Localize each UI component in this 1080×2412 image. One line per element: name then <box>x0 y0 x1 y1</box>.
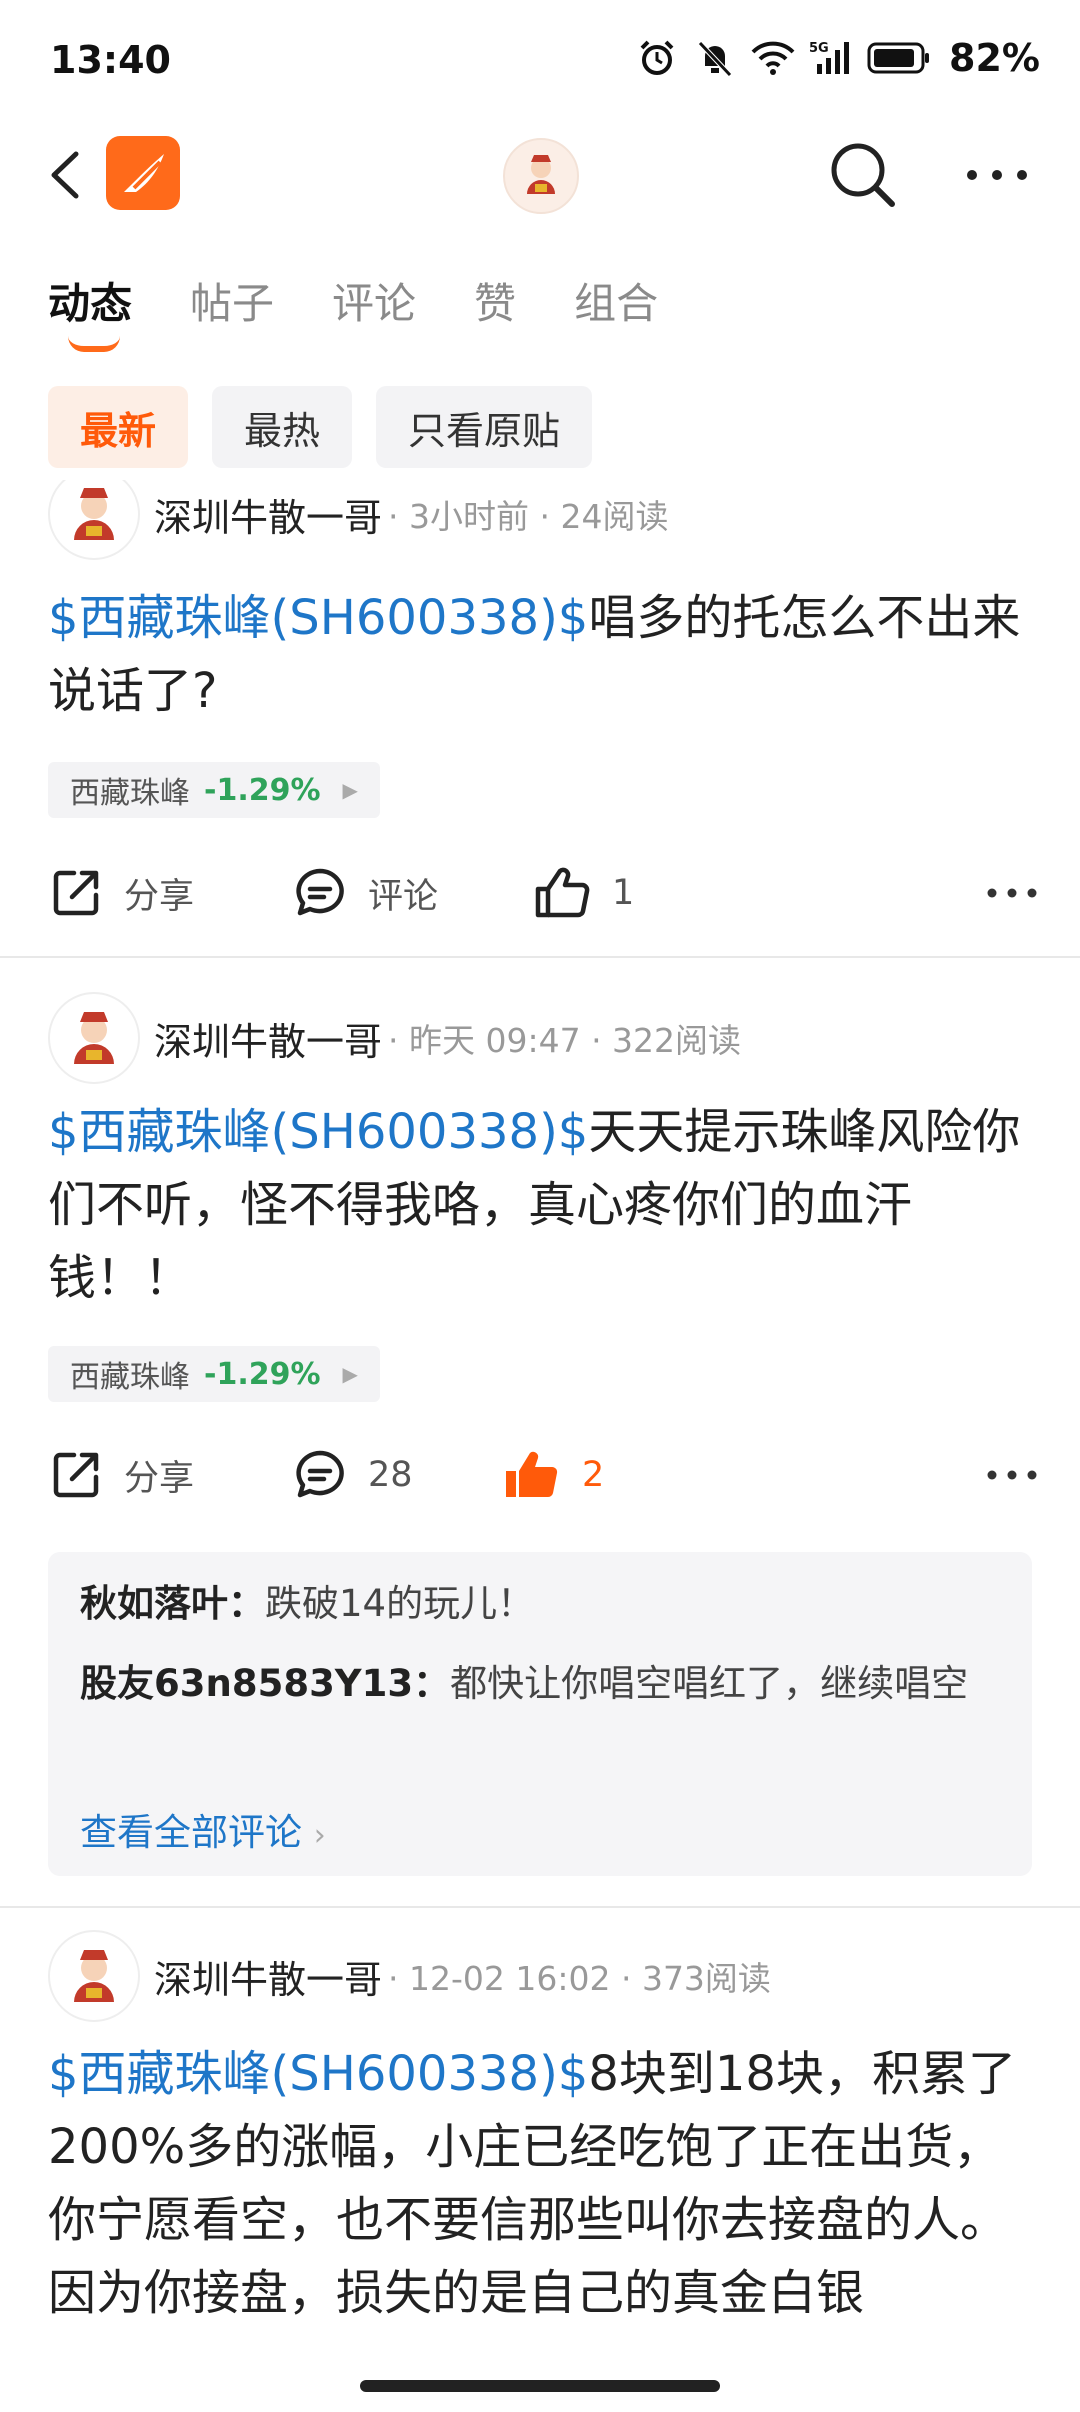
more-horizontal-icon[interactable] <box>986 878 1038 908</box>
comment-button[interactable]: 28 <box>292 1440 413 1510</box>
post-content[interactable]: $西藏珠峰(SH600338)$8块到18块，积累了200%多的涨幅，小庄已经吃… <box>48 2038 1038 2330</box>
comment-item[interactable]: 股友63n8583Y13：都快让你唱空唱红了，继续唱空 <box>80 1654 1000 1714</box>
post-header: 深圳牛散一哥 · 昨天 09:47 · 322阅读 <box>48 992 741 1084</box>
post-header: 深圳牛散一哥 · 12-02 16:02 · 373阅读 <box>48 1930 771 2022</box>
stock-change: -1.29% <box>204 1356 321 1392</box>
post-feed: 深圳牛散一哥 · 3小时前 · 24阅读 $西藏珠峰(SH600338)$唱多的… <box>0 480 1080 2360</box>
back-button[interactable] <box>40 142 100 208</box>
comment-text: 跌破14的玩儿！ <box>265 1582 535 1625</box>
stock-tag-link[interactable]: $西藏珠峰(SH600338)$ <box>48 590 588 646</box>
post-header: 深圳牛散一哥 · 3小时前 · 24阅读 <box>48 480 668 560</box>
comment-icon <box>296 868 344 916</box>
stock-name: 西藏珠峰 <box>70 776 190 811</box>
more-horizontal-icon <box>967 170 1027 180</box>
comment-icon <box>296 1450 344 1498</box>
share-icon <box>53 870 99 916</box>
mute-bell-icon <box>693 36 737 80</box>
comment-preview: 秋如落叶：跌破14的玩儿！ 股友63n8583Y13：都快让你唱空唱红了，继续唱… <box>48 1552 1032 1876</box>
comment-label: 评论 <box>368 876 439 917</box>
status-icons: 5G 82% <box>635 36 1040 80</box>
author-name[interactable]: 深圳牛散一哥 <box>154 1949 382 2004</box>
author-avatar[interactable] <box>48 1930 140 2022</box>
stock-tag-link[interactable]: $西藏珠峰(SH600338)$ <box>48 1104 588 1160</box>
share-label: 分享 <box>124 1458 195 1499</box>
stock-chip[interactable]: 西藏珠峰 -1.29% ▶ <box>48 1346 380 1402</box>
post-actions: 分享 评论 1 <box>48 858 1038 928</box>
like-count: 2 <box>582 1455 605 1495</box>
author-name[interactable]: 深圳牛散一哥 <box>154 487 382 542</box>
cellular-5g-icon: 5G <box>809 36 853 80</box>
user-avatar[interactable] <box>503 138 579 214</box>
divider <box>0 956 1080 958</box>
post-content[interactable]: $西藏珠峰(SH600338)$唱多的托怎么不出来说话了? <box>48 582 1038 728</box>
stock-change: -1.29% <box>204 772 321 808</box>
battery-icon <box>867 36 931 80</box>
see-all-label: 查看全部评论 <box>80 1811 302 1854</box>
play-arrow-icon: ▶ <box>342 778 358 802</box>
more-button[interactable] <box>962 148 1032 202</box>
thumbs-up-filled-icon <box>506 1451 558 1498</box>
chevron-left-icon <box>51 151 79 199</box>
post-meta: · 昨天 09:47 · 322阅读 <box>388 1021 742 1060</box>
tab-portfolio[interactable]: 组合 <box>574 270 658 331</box>
more-horizontal-icon[interactable] <box>986 1460 1038 1490</box>
post-meta: · 3小时前 · 24阅读 <box>388 497 669 536</box>
share-button[interactable]: 分享 <box>48 1440 194 1510</box>
author-avatar[interactable] <box>48 480 140 560</box>
comment-user[interactable]: 股友63n8583Y13： <box>80 1662 450 1705</box>
tab-bar: 动态 帖子 评论 赞 组合 <box>48 270 658 352</box>
post-meta: · 12-02 16:02 · 373阅读 <box>388 1959 771 1998</box>
filter-latest[interactable]: 最新 <box>48 386 189 468</box>
wifi-icon <box>751 36 795 80</box>
filter-hot[interactable]: 最热 <box>212 386 353 468</box>
divider <box>0 1906 1080 1908</box>
home-indicator[interactable] <box>360 2380 720 2392</box>
status-time: 13:40 <box>50 38 171 82</box>
like-count: 1 <box>612 873 635 913</box>
share-icon <box>53 1452 99 1498</box>
like-button[interactable]: 2 <box>502 1440 604 1510</box>
share-button[interactable]: 分享 <box>48 858 194 928</box>
filter-original-only[interactable]: 只看原贴 <box>376 386 593 468</box>
svg-text:5G: 5G <box>809 41 829 56</box>
stock-chip[interactable]: 西藏珠峰 -1.29% ▶ <box>48 762 380 818</box>
filter-chips: 最新 最热 只看原贴 <box>48 386 593 468</box>
comment-user[interactable]: 秋如落叶： <box>80 1582 265 1625</box>
app-logo[interactable] <box>106 136 180 210</box>
author-name[interactable]: 深圳牛散一哥 <box>154 1011 382 1066</box>
search-button[interactable] <box>826 138 900 212</box>
tab-posts[interactable]: 帖子 <box>190 270 274 331</box>
stock-tag-link[interactable]: $西藏珠峰(SH600338)$ <box>48 2046 588 2102</box>
battery-percent: 82% <box>949 36 1040 80</box>
see-all-comments-link[interactable]: 查看全部评论 › <box>80 1802 326 1856</box>
comment-item[interactable]: 秋如落叶：跌破14的玩儿！ <box>80 1574 1000 1634</box>
play-arrow-icon: ▶ <box>342 1362 358 1386</box>
stock-name: 西藏珠峰 <box>70 1360 190 1395</box>
post-content[interactable]: $西藏珠峰(SH600338)$天天提示珠峰风险你们不听，怪不得我咯，真心疼你们… <box>48 1096 1038 1315</box>
like-button[interactable]: 1 <box>532 858 634 928</box>
chevron-right-icon: › <box>313 1818 326 1853</box>
post-actions: 分享 28 2 <box>48 1440 1038 1510</box>
search-icon <box>831 143 895 207</box>
author-avatar[interactable] <box>48 992 140 1084</box>
comment-count: 28 <box>368 1455 413 1495</box>
comment-text: 都快让你唱空唱红了，继续唱空 <box>450 1662 969 1705</box>
thumbs-up-icon <box>535 867 590 918</box>
comment-button[interactable]: 评论 <box>292 858 438 928</box>
tab-likes[interactable]: 赞 <box>474 270 516 331</box>
tab-comments[interactable]: 评论 <box>332 270 416 331</box>
share-label: 分享 <box>124 876 195 917</box>
tab-activity[interactable]: 动态 <box>48 270 132 352</box>
top-nav <box>0 128 1080 222</box>
status-bar: 13:40 5G 82% <box>0 0 1080 120</box>
alarm-icon <box>635 36 679 80</box>
